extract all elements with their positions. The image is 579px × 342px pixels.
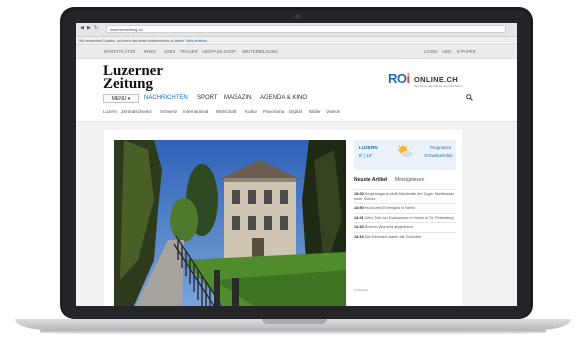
news-item[interactable]: 14:33 Bodum-Villa wird abgerissen <box>354 222 456 232</box>
article-photo[interactable] <box>114 140 346 306</box>
news-time: 14:19 <box>354 234 364 239</box>
login-link[interactable]: LOGIN <box>424 49 438 54</box>
news-item[interactable]: 14:41 Zehn Tote bei Explosionen in Metro… <box>354 212 456 223</box>
news-headline: Bodum-Villa wird abgerissen <box>364 225 413 230</box>
laptop-notch <box>262 319 327 324</box>
news-headline: Hund wird Ehrengast in Berlin <box>364 206 416 211</box>
forward-icon[interactable]: ▶ <box>87 25 91 31</box>
subnav-item[interactable]: International <box>183 109 208 114</box>
laptop-shadow <box>40 330 546 335</box>
news-time: 14:41 <box>354 215 364 220</box>
weather-widget[interactable]: LUZERN 8° | 16° Prognosen Schweberichte <box>354 140 456 170</box>
screen: ◀ ▶ ↻ luzernerzeitung.ch Wir verwenden C… <box>76 23 517 306</box>
main-nav: MENU ▾ NACHRICHTEN SPORT MAGAZIN AGENDA … <box>103 94 483 104</box>
epaper-link[interactable]: E-PAPER <box>457 49 476 54</box>
search-icon[interactable] <box>466 94 473 101</box>
website: MARKTPLÄTZE INWO JOBS TRAUER ABOPASS-SHO… <box>76 46 517 306</box>
topnav-item[interactable]: ABOPASS-SHOP <box>202 49 236 54</box>
topnav-item[interactable]: MARKTPLÄTZE <box>104 49 136 54</box>
weather-city: LUZERN <box>359 145 378 150</box>
tab-latest[interactable]: Neuste Artikel <box>354 177 387 183</box>
logo-line-2: Zeitung <box>103 76 154 92</box>
browser-toolbar: ◀ ▶ ↻ luzernerzeitung.ch <box>76 23 517 37</box>
subnav-item[interactable]: Luzern <box>103 109 117 114</box>
sub-nav: Luzern Zentralschweiz Schweiz Internatio… <box>103 109 493 117</box>
subnav-item[interactable]: Digital <box>289 109 302 114</box>
laptop-mockup: ◀ ▶ ↻ luzernerzeitung.ch Wir verwenden C… <box>0 0 579 342</box>
site-logo[interactable]: Luzerner Zeitung <box>103 64 163 92</box>
news-list: 15:00 Regierungsrat stellt Abschnitte de… <box>354 189 456 242</box>
news-headline: Die Kleinsten waren die Grössten <box>364 234 422 239</box>
webcam-icon <box>295 14 300 19</box>
news-headline: Regierungsrat stellt Abschnitte der Zuge… <box>354 192 455 201</box>
ad-label: ANZEIGE <box>354 288 369 292</box>
roi-subtitle: Das Personalportal der Zentralschweiz <box>414 84 463 88</box>
url-bar[interactable]: luzernerzeitung.ch <box>106 25 506 33</box>
topnav-item[interactable]: WEITERBILDUNG <box>242 49 278 54</box>
subnav-item[interactable]: Schweiz <box>160 109 177 114</box>
cookie-infobar: Wir verwenden Cookies, um Ihnen das best… <box>76 37 517 45</box>
subnav-item[interactable]: Bilder <box>309 109 321 114</box>
tab-most-read[interactable]: Meistgelesen <box>395 177 424 183</box>
topnav-item[interactable]: INWO <box>144 49 156 54</box>
infobar-link[interactable]: Mehr erfahren <box>186 39 207 43</box>
subnav-item[interactable]: Videos <box>326 109 340 114</box>
topnav-item[interactable]: TRAUER <box>180 49 198 54</box>
subnav-item[interactable]: Zentralschweiz <box>121 109 152 114</box>
roi-mark: ROi <box>388 71 410 86</box>
service-nav: MARKTPLÄTZE INWO JOBS TRAUER ABOPASS-SHO… <box>76 46 517 59</box>
nav-item-agenda[interactable]: AGENDA & KINO <box>260 95 307 101</box>
weather-report-link[interactable]: Schweberichte <box>424 153 453 158</box>
news-time: 14:33 <box>354 225 364 230</box>
abo-link[interactable]: ABO <box>442 49 451 54</box>
sun-cloud-icon <box>397 144 413 157</box>
news-item[interactable]: 15:00 Regierungsrat stellt Abschnitte de… <box>354 189 456 203</box>
news-time: 15:00 <box>354 192 364 196</box>
news-item[interactable]: 14:19 Die Kleinsten waren die Grössten <box>354 231 456 242</box>
forecast-link[interactable]: Prognosen <box>430 145 451 150</box>
weather-temperature: 8° | 16° <box>359 153 373 158</box>
roi-online-text: ONLINE.CH <box>414 75 458 84</box>
news-time: 14:50 <box>354 206 364 211</box>
news-item[interactable]: 14:50 Hund wird Ehrengast in Berlin <box>354 203 456 213</box>
back-icon[interactable]: ◀ <box>80 25 84 31</box>
content-area: LUZERN 8° | 16° Prognosen Schweberichte <box>104 130 462 306</box>
nav-item-magazin[interactable]: MAGAZIN <box>224 95 251 101</box>
news-headline: Zehn Tote bei Explosionen in Metro in St… <box>364 215 454 220</box>
nav-item-sport[interactable]: SPORT <box>197 95 218 101</box>
site-header: Luzerner Zeitung ROi ONLINE.CH Das Perso… <box>76 59 517 122</box>
roi-logo[interactable]: ROi <box>388 71 410 86</box>
infobar-text: Wir verwenden Cookies, um Ihnen das best… <box>79 39 185 43</box>
reload-icon[interactable]: ↻ <box>94 25 98 31</box>
subnav-item[interactable]: Kultur <box>245 109 257 114</box>
subnav-item[interactable]: Panorama <box>263 109 284 114</box>
sidebar: LUZERN 8° | 16° Prognosen Schweberichte <box>354 140 456 306</box>
subnav-item[interactable]: Wirtschaft <box>216 109 236 114</box>
nav-item-nachrichten[interactable]: NACHRICHTEN <box>144 95 188 101</box>
menu-button[interactable]: MENU ▾ <box>103 94 139 103</box>
news-tabs: Neuste Artikel Meistgelesen <box>354 177 456 186</box>
topnav-item[interactable]: JOBS <box>164 49 175 54</box>
divider <box>76 121 517 122</box>
